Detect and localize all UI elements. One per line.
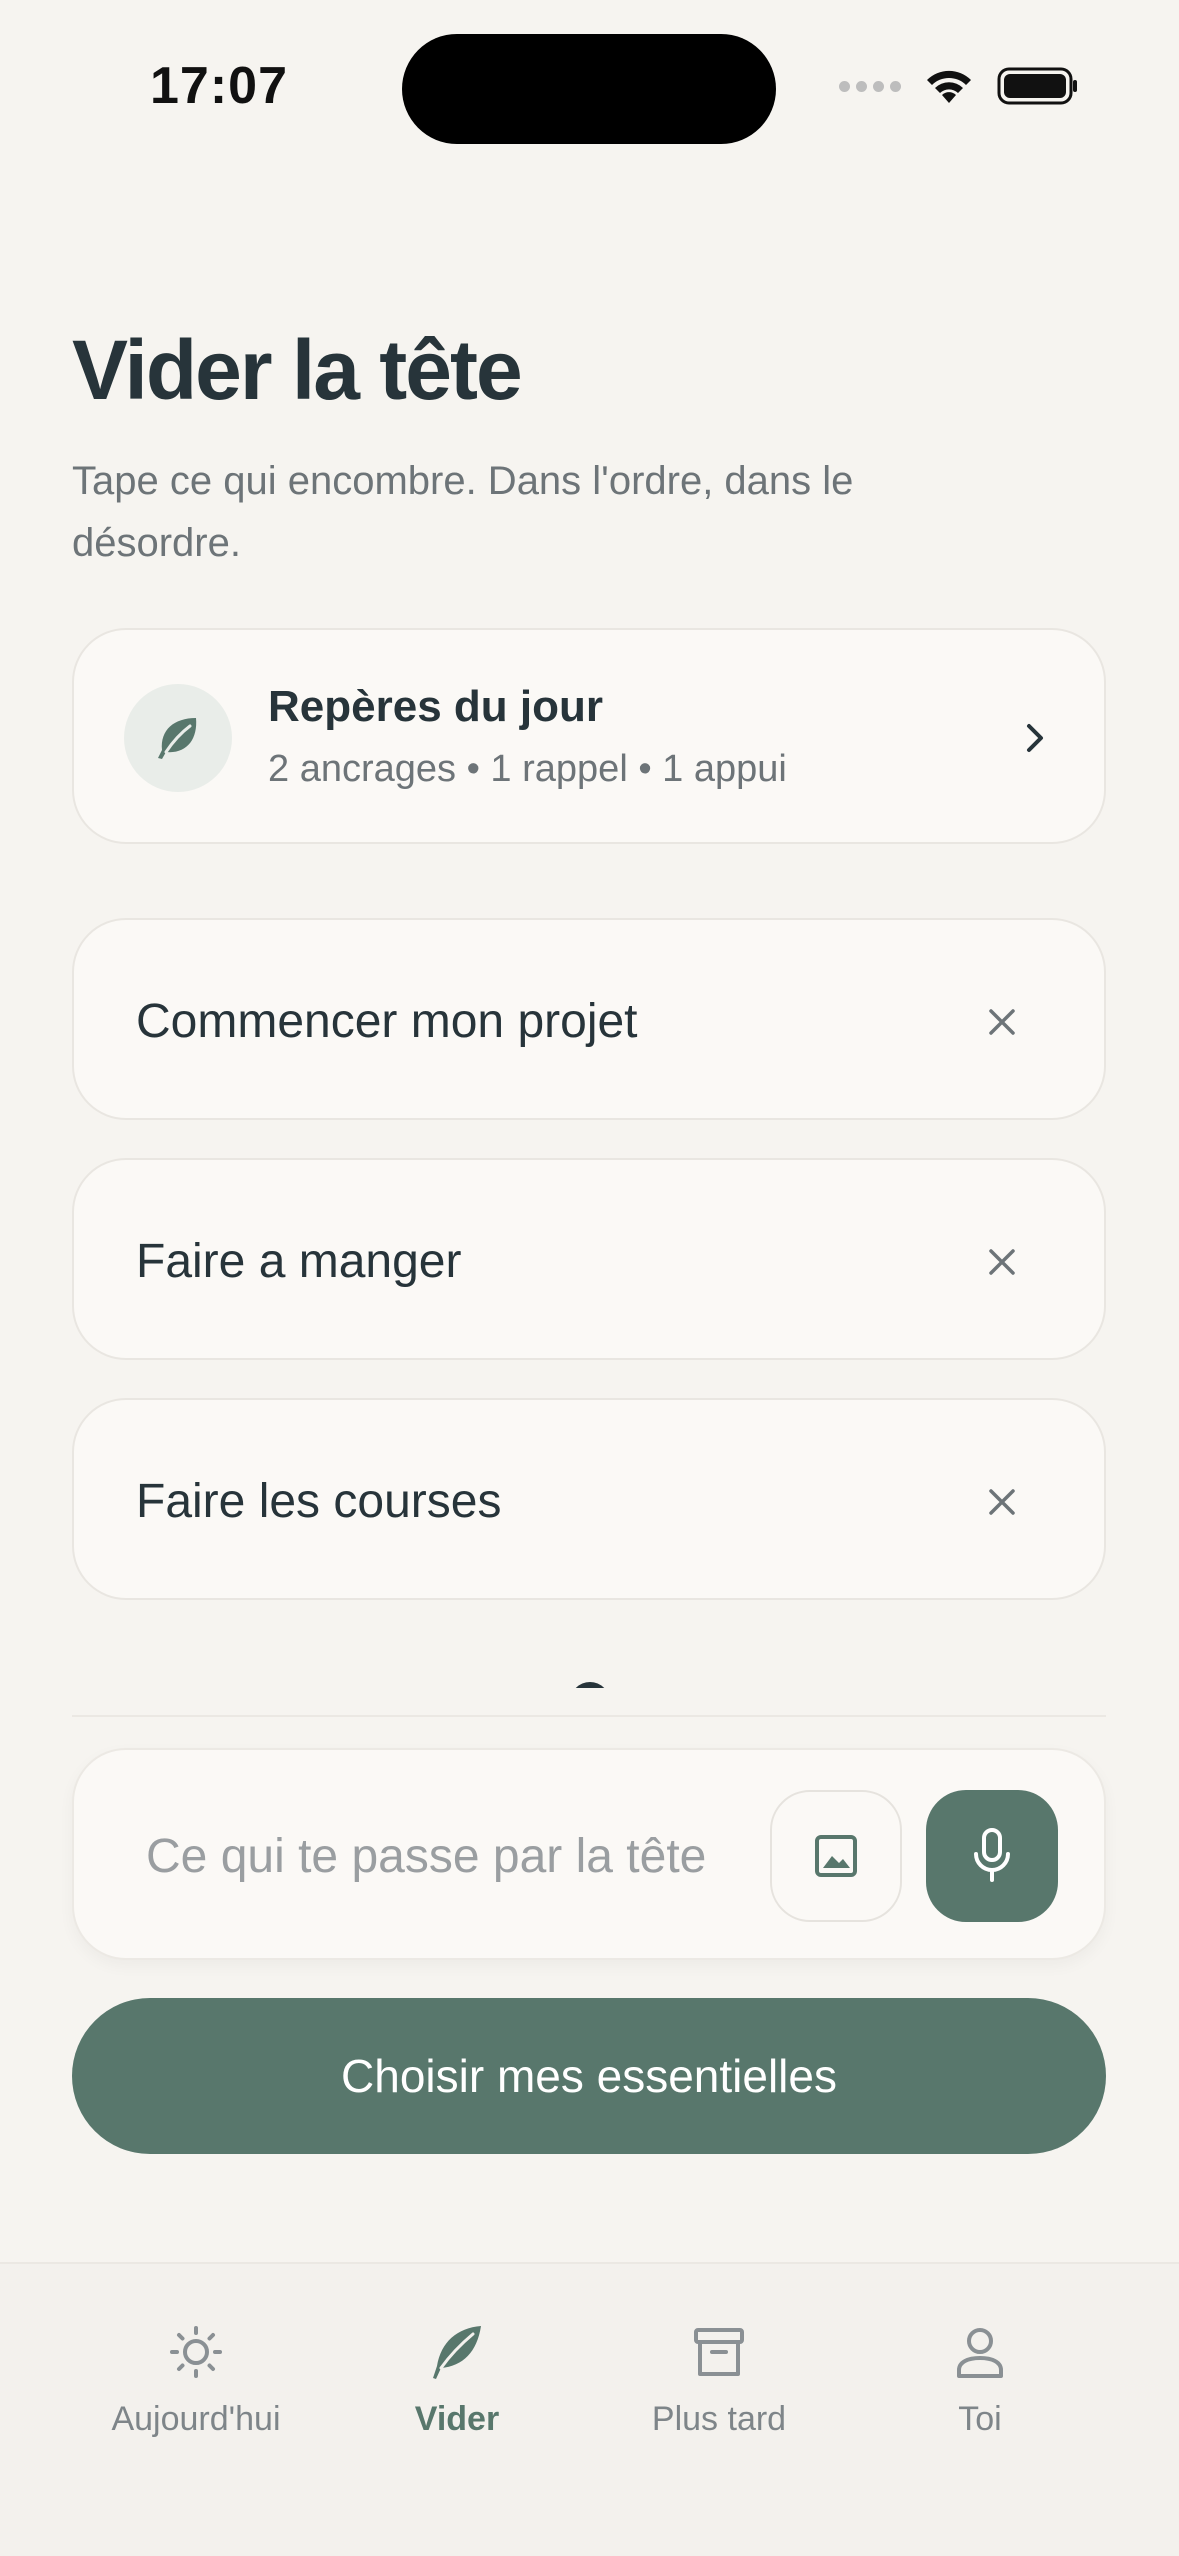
- list-item[interactable]: Faire les courses: [72, 1398, 1106, 1600]
- dynamic-island: [402, 34, 776, 144]
- tab-bar: Aujourd'hui Vider Plus tard Toi: [0, 2262, 1179, 2556]
- cellular-signal-icon: [839, 80, 901, 92]
- tab-label: Plus tard: [651, 2400, 787, 2438]
- page-subtitle: Tape ce qui encombre. Dans l'ordre, dans…: [72, 459, 854, 565]
- divider: [72, 1715, 1106, 1717]
- choose-essentials-button[interactable]: Choisir mes essentielles: [72, 1998, 1106, 2154]
- page-title: Vider la tête: [72, 323, 523, 417]
- close-icon[interactable]: [982, 1002, 1022, 1042]
- microphone-button[interactable]: [926, 1790, 1058, 1922]
- person-icon: [957, 2328, 1003, 2378]
- reperes-summary: 2 ancrages • 1 rappel • 1 appui: [268, 748, 787, 790]
- wifi-icon: [927, 70, 971, 103]
- thought-input[interactable]: [146, 1814, 776, 1898]
- reperes-title: Repères du jour: [268, 682, 603, 731]
- item-text: Commencer mon projet: [136, 995, 638, 1048]
- image-icon: [815, 1835, 857, 1877]
- tab-label: Aujourd'hui: [111, 2400, 281, 2438]
- microphone-icon: [974, 1828, 1010, 1882]
- scroll-indicator: [570, 1682, 610, 1688]
- item-text: Faire a manger: [136, 1235, 462, 1288]
- close-icon[interactable]: [982, 1482, 1022, 1522]
- list-item[interactable]: Commencer mon projet: [72, 918, 1106, 1120]
- reperes-du-jour-card[interactable]: Repères du jour 2 ancrages • 1 rappel • …: [72, 628, 1106, 844]
- feather-icon: [433, 2326, 481, 2379]
- tab-toi[interactable]: Toi: [850, 2322, 1110, 2439]
- list-item[interactable]: Faire a manger: [72, 1158, 1106, 1360]
- battery-icon: [997, 67, 1077, 105]
- screen: 17:07 Vider la tête Tape ce qui encombre…: [0, 0, 1179, 2556]
- status-icons: [839, 66, 1079, 106]
- chevron-right-icon: [1027, 724, 1043, 752]
- tab-vider[interactable]: Vider: [327, 2322, 587, 2439]
- leaf-icon: [124, 684, 232, 792]
- item-text: Faire les courses: [136, 1475, 502, 1528]
- add-image-button[interactable]: [770, 1790, 902, 1922]
- archive-icon: [694, 2328, 744, 2376]
- close-icon[interactable]: [982, 1242, 1022, 1282]
- tab-plus-tard[interactable]: Plus tard: [589, 2322, 849, 2439]
- status-time: 17:07: [150, 57, 288, 115]
- tab-label: Vider: [414, 2400, 500, 2438]
- tab-label: Toi: [958, 2400, 1002, 2438]
- composer: [72, 1748, 1106, 1960]
- sun-icon: [170, 2326, 222, 2378]
- tab-aujourdhui[interactable]: Aujourd'hui: [66, 2322, 326, 2439]
